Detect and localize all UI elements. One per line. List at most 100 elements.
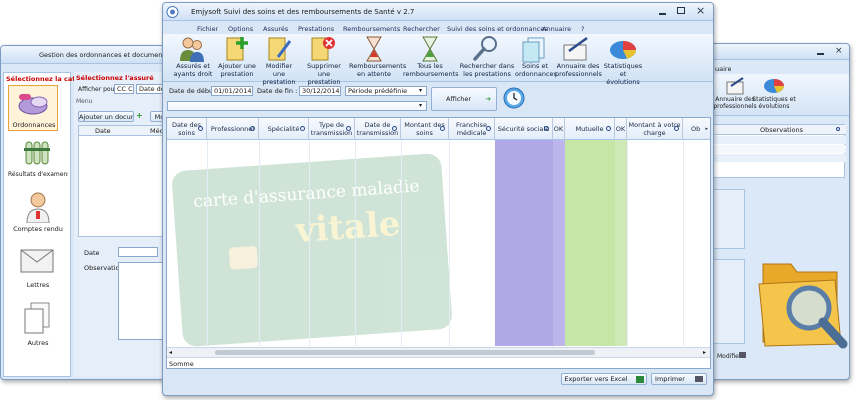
start-date-field[interactable]: 01/01/2014 — [211, 86, 253, 96]
search-icon[interactable] — [674, 126, 679, 131]
scrollbar-thumb[interactable] — [215, 350, 595, 355]
menu-help[interactable]: ? — [581, 25, 584, 33]
category-label: Résultats d'examens — [8, 171, 68, 178]
col-header-label: Date des soins — [171, 121, 202, 137]
col-header[interactable]: Professionnel — [207, 118, 259, 140]
documents-icon[interactable] — [519, 35, 549, 63]
menu-suivi[interactable]: Suivi des soins et ordonnances — [447, 25, 548, 33]
maximize-icon[interactable] — [677, 7, 685, 14]
col-header[interactable]: Date des soins — [167, 118, 207, 140]
menu-rechercher[interactable]: Rechercher — [403, 25, 440, 33]
add-document-button[interactable]: Ajouter un document — [78, 111, 134, 122]
menu-remboursements[interactable]: Remboursements — [343, 25, 400, 33]
search-icon[interactable] — [440, 126, 445, 131]
date-label: Date — [84, 249, 100, 257]
category-letters[interactable]: Lettres — [8, 245, 68, 291]
magnifier-icon[interactable] — [471, 34, 501, 62]
somme-row: Somme — [167, 357, 710, 368]
grid-line — [309, 140, 310, 346]
insured-header: Sélectionnez l'assuré — [76, 74, 154, 82]
add-document-icon[interactable] — [222, 35, 252, 63]
category-results[interactable]: Résultats d'examens — [8, 136, 68, 182]
menu-prestations[interactable]: Prestations — [298, 25, 334, 33]
directory-icon[interactable] — [561, 35, 591, 63]
search-icon[interactable] — [250, 126, 255, 131]
modifier-button[interactable]: Modifier — [717, 353, 741, 360]
main-toolbar: Assurés et ayants droit Ajouter une pres… — [163, 34, 713, 86]
right-grid-row — [710, 154, 846, 162]
close-icon[interactable]: × — [835, 46, 843, 56]
observations-field[interactable] — [118, 262, 163, 340]
left-titlebar: Gestion des ordonnances et documents méd… — [1, 46, 171, 64]
plus-icon: + — [136, 111, 143, 120]
col-header[interactable]: Sécurité sociale — [495, 118, 553, 140]
grid-line — [259, 140, 260, 346]
ok-purple-band — [553, 140, 565, 346]
show-button-label: Afficher — [446, 95, 472, 103]
col-header[interactable]: OK — [615, 118, 627, 140]
pie-chart-icon[interactable] — [763, 77, 785, 95]
search-icon[interactable] — [198, 126, 203, 131]
col-header[interactable]: Montant des soins — [401, 118, 449, 140]
col-header[interactable]: Mutuelle — [565, 118, 615, 140]
insured-people-icon[interactable] — [177, 35, 207, 63]
category-label: Lettres — [26, 281, 50, 289]
export-excel-button[interactable]: Exporter vers Excel — [561, 373, 647, 385]
col-header[interactable]: Franchise médicale — [449, 118, 495, 140]
delete-document-icon[interactable] — [307, 35, 337, 63]
ok-green-band — [615, 140, 627, 346]
insured-filter-select[interactable] — [167, 101, 427, 111]
print-button[interactable]: Imprimer — [651, 373, 707, 385]
col-header-label: Franchise médicale — [456, 121, 487, 137]
chevron-down-icon[interactable]: ▾ — [419, 102, 422, 109]
search-icon[interactable] — [392, 126, 397, 131]
insured-select[interactable]: CC C — [114, 84, 134, 94]
horizontal-scrollbar[interactable]: ◂ ▸ — [167, 347, 710, 357]
category-ordonnances[interactable]: Ordonnances — [8, 85, 58, 131]
minimize-icon[interactable] — [817, 53, 824, 55]
clock-icon[interactable] — [503, 87, 525, 109]
date-field[interactable] — [118, 247, 158, 257]
search-icon[interactable] — [544, 126, 549, 131]
prestations-grid: carte d'assurance maladie vitale Date de… — [166, 117, 711, 369]
end-date-field[interactable]: 30/12/2014 — [299, 86, 341, 96]
toolbar-label: Remboursements en attente — [349, 62, 407, 78]
hourglass-red-icon[interactable] — [359, 35, 389, 63]
edit-document-icon[interactable] — [264, 35, 294, 63]
directory-icon[interactable] — [725, 76, 747, 96]
search-icon[interactable] — [300, 126, 305, 131]
col-header[interactable]: Spécialité — [259, 118, 309, 140]
search-icon[interactable] — [606, 126, 611, 131]
menu-options[interactable]: Options — [228, 25, 253, 33]
menu-label: Menu — [76, 98, 93, 105]
col-header[interactable]: Date de transmission — [355, 118, 401, 140]
col-header[interactable]: Type de transmission — [309, 118, 355, 140]
left-title: Gestion des ordonnances et documents méd… — [39, 51, 172, 59]
toolbar-label: Assurés et ayants droit — [173, 62, 213, 78]
scroll-left-icon[interactable]: ◂ — [169, 349, 172, 356]
right-toolbar: Annuaire des professionnels Statistiques… — [699, 74, 849, 116]
hourglass-green-icon[interactable] — [415, 35, 445, 63]
toolbar-label: Statistiques et évolutions — [752, 96, 796, 110]
scroll-right-icon[interactable]: ▸ — [703, 349, 706, 356]
menu-assures[interactable]: Assurés — [263, 25, 288, 33]
menu-fichier[interactable]: Fichier — [197, 25, 218, 33]
col-header[interactable]: OK — [553, 118, 565, 140]
show-button[interactable]: Afficher ➔ — [431, 87, 497, 111]
search-icon[interactable] — [486, 126, 491, 131]
col-header[interactable]: Montant à votre charge — [627, 118, 683, 140]
category-reports[interactable]: Comptes rendu — [8, 191, 68, 237]
minimize-icon[interactable] — [659, 13, 666, 15]
close-icon[interactable]: × — [696, 4, 705, 17]
search-icon[interactable] — [346, 126, 351, 131]
chevron-right-icon[interactable]: ▸ — [705, 121, 708, 137]
pie-chart-icon[interactable] — [608, 36, 638, 64]
col-header[interactable]: Ob ▸ — [683, 118, 710, 140]
menu-annuaire[interactable]: Annuaire — [542, 25, 571, 33]
col-header-label: Mutuelle — [575, 125, 604, 133]
right-menu-fragment[interactable]: uaire — [715, 65, 731, 73]
chevron-down-icon[interactable]: ▾ — [419, 87, 422, 94]
period-select[interactable]: Période prédéfinie — [345, 86, 427, 96]
category-others[interactable]: Autres — [8, 299, 68, 349]
search-icon[interactable] — [836, 127, 840, 131]
